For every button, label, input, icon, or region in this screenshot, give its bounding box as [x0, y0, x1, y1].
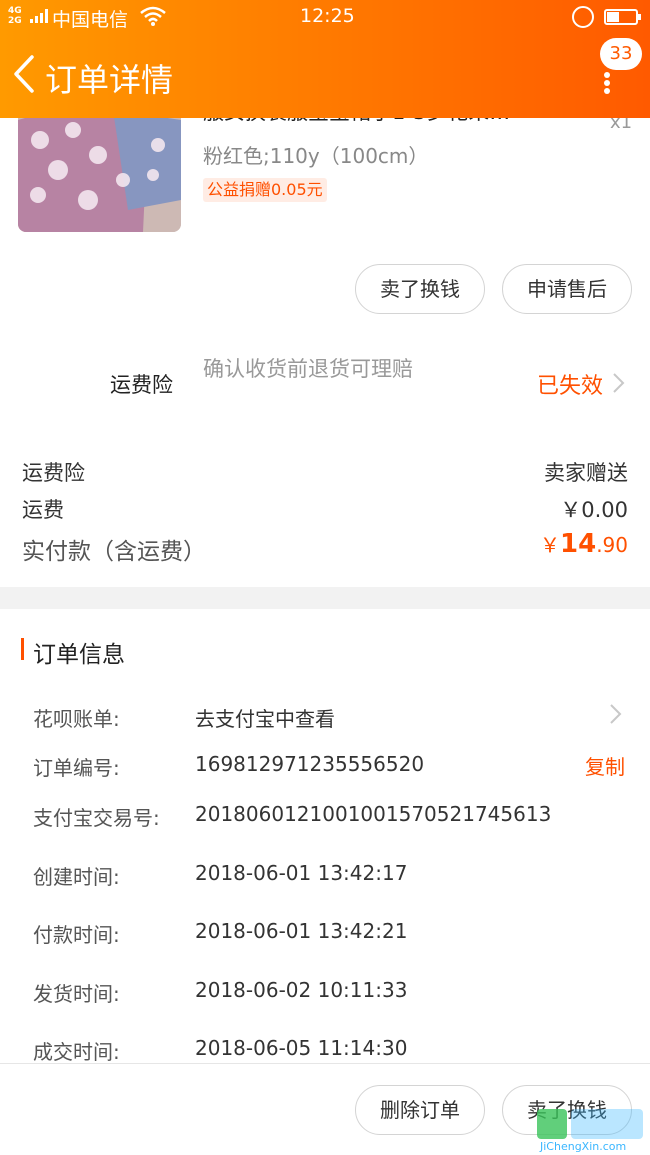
section-accent-bar: [21, 638, 24, 660]
app-header: 4G 2G 中国电信 12:25 订单详情 33: [0, 0, 650, 118]
back-arrow-icon[interactable]: [10, 54, 38, 94]
page-title: 订单详情: [45, 61, 174, 99]
copy-order-number-button[interactable]: 复制: [585, 751, 625, 780]
product-thumbnail[interactable]: [18, 100, 181, 232]
watermark-text: JiChengXin.com: [540, 1140, 627, 1153]
order-number-value: 169812971235556520: [195, 752, 425, 776]
huabei-label: 花呗账单:: [33, 707, 120, 731]
carrier-name: 中国电信: [52, 9, 129, 31]
charity-tag: 公益捐赠0.05元: [203, 178, 327, 202]
apply-after-sales-button[interactable]: 申请售后: [502, 264, 632, 314]
chevron-right-icon: [613, 373, 625, 393]
created-time-label: 创建时间:: [33, 865, 120, 889]
network-type: 4G 2G: [8, 6, 22, 26]
battery-icon: [604, 9, 641, 25]
paid-time-value: 2018-06-01 13:42:21: [195, 919, 408, 943]
section-divider: [0, 587, 650, 609]
delete-order-button[interactable]: 删除订单: [355, 1085, 485, 1135]
alipay-trade-number-label: 支付宝交易号:: [33, 806, 160, 830]
status-bar: 4G 2G 中国电信 12:25: [0, 0, 650, 36]
rotation-lock-icon: [572, 6, 594, 28]
sell-for-cash-button[interactable]: 卖了换钱: [355, 264, 485, 314]
insurance-cost-value: 卖家赠送: [544, 461, 628, 485]
shipping-cost-value: ￥0.00: [560, 498, 628, 522]
paid-integer: 14: [560, 529, 597, 559]
clock: 12:25: [300, 5, 355, 27]
created-time-value: 2018-06-01 13:42:17: [195, 861, 408, 885]
shipping-cost-label: 运费: [22, 498, 64, 522]
paid-currency: ￥: [540, 533, 560, 557]
more-dots-icon: [604, 72, 610, 94]
shipped-time-value: 2018-06-02 10:11:33: [195, 978, 408, 1002]
paid-decimal: .90: [596, 533, 628, 557]
message-count-badge: 33: [600, 38, 642, 70]
alipay-trade-number-value: 2018060121001001570521745613: [195, 802, 552, 826]
paid-time-label: 付款时间:: [33, 923, 120, 947]
product-spec: 粉红色;110y（100cm）: [203, 144, 429, 168]
order-number-label: 订单编号:: [33, 756, 120, 780]
insurance-status: 已失效: [537, 374, 604, 399]
paid-amount-label: 实付款（含运费）: [22, 539, 206, 565]
insurance-cost-label: 运费险: [22, 461, 85, 485]
order-info-title: 订单信息: [33, 642, 125, 668]
chevron-right-icon: [610, 704, 622, 724]
shipped-time-label: 发货时间:: [33, 982, 120, 1006]
signal-icon: [30, 9, 48, 23]
huabei-value: 去支付宝中查看: [195, 707, 335, 731]
completed-time-label: 成交时间:: [33, 1040, 120, 1064]
insurance-label: 运费险: [110, 373, 173, 397]
order-detail-page: 服女换装服宝宝裙子1-3岁花朵… x1 粉红色;110y（100cm） 公益捐赠…: [0, 0, 650, 1155]
insurance-description: 确认收货前退货可理赔: [203, 357, 413, 381]
wifi-icon: [140, 6, 166, 26]
completed-time-value: 2018-06-05 11:14:30: [195, 1036, 408, 1060]
paid-amount: ￥14.90: [540, 529, 628, 559]
